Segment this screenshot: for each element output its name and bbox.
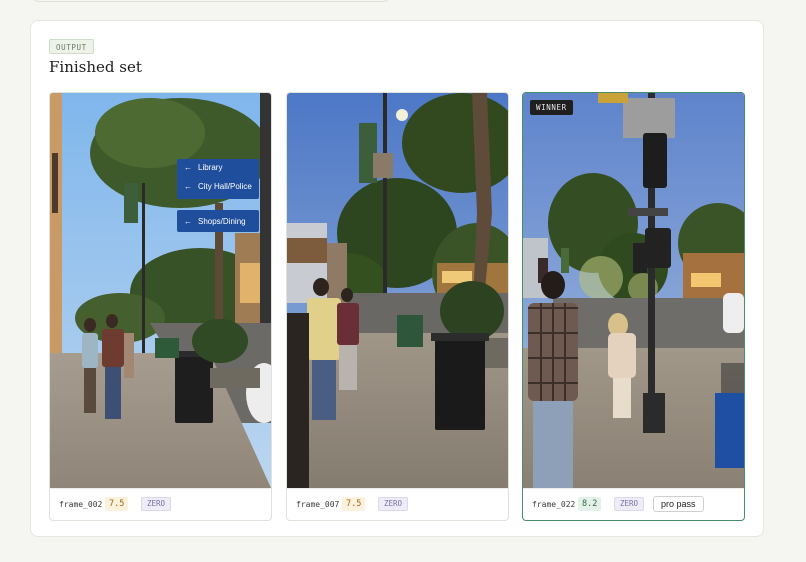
pro-pass-button[interactable]: pro pass	[653, 496, 704, 512]
score-badge: 8.2	[578, 497, 602, 511]
frame-name: frame_022	[532, 500, 576, 509]
svg-text:←: ←	[184, 182, 192, 191]
section-title: Finished set	[49, 58, 142, 76]
frame-image[interactable]	[287, 93, 508, 488]
zero-badge: ZERO	[614, 497, 645, 511]
output-badge: OUTPUT	[49, 39, 94, 54]
output-card: OUTPUT Finished set ← Library ← City Hal…	[30, 20, 764, 537]
sign-library: Library	[198, 163, 222, 172]
frame-footer: frame_007 7.5 ZERO	[287, 488, 508, 520]
frame-image[interactable]: WINNER	[523, 93, 744, 488]
zero-badge: ZERO	[378, 497, 409, 511]
frame-card-007[interactable]: frame_007 7.5 ZERO	[286, 92, 509, 521]
frame-card-002[interactable]: ← Library ← City Hall/Police ← Shops/Din…	[49, 92, 272, 521]
svg-text:←: ←	[184, 217, 192, 226]
svg-text:←: ←	[184, 163, 192, 172]
frame-footer: frame_002 7.5 ZERO	[50, 488, 271, 520]
zero-badge: ZERO	[141, 497, 172, 511]
score-badge: 7.5	[342, 497, 366, 511]
frame-footer: frame_022 8.2 ZERO pro pass	[523, 488, 744, 520]
winner-badge: WINNER	[530, 100, 573, 115]
frame-card-022[interactable]: WINNER frame_022 8.2 ZERO pro pass	[522, 92, 745, 521]
sign-cityhall: City Hall/Police	[198, 182, 252, 191]
frame-name: frame_002	[59, 500, 103, 509]
previous-card-edge	[31, 0, 391, 2]
score-badge: 7.5	[105, 497, 129, 511]
frame-image[interactable]: ← Library ← City Hall/Police ← Shops/Din…	[50, 93, 271, 488]
sign-shops: Shops/Dining	[198, 217, 246, 226]
frame-name: frame_007	[296, 500, 340, 509]
